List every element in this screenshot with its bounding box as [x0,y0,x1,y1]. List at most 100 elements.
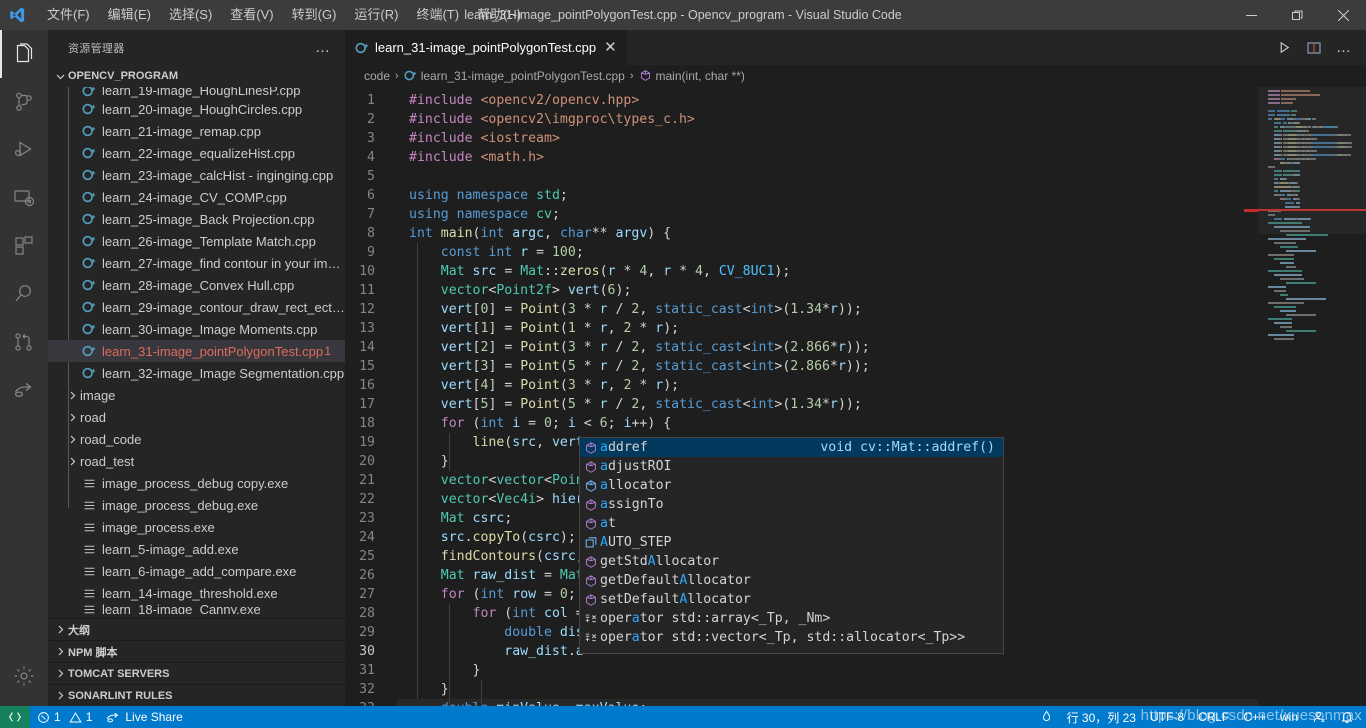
suggest-widget[interactable]: addref void cv::Mat::addref() adjustROI all… [579,437,1004,654]
folder-root-header[interactable]: OPENCV_PROGRAM [48,65,345,87]
editor-scrollbar[interactable] [1244,87,1258,706]
list-item[interactable]: learn_22-image_equalizeHist.cpp [48,142,345,164]
settings-gear-icon[interactable] [0,652,48,700]
list-item[interactable]: learn_14-image_threshold.exe [48,582,345,604]
menu-help[interactable]: 帮助(H) [468,0,530,30]
split-editor-icon[interactable] [1300,34,1328,62]
sidebar-item-learn-31-selected[interactable]: learn_31-image_pointPolygonTest.cpp 1 [48,340,345,362]
menu-bar[interactable]: 文件(F) 编辑(E) 选择(S) 查看(V) 转到(G) 运行(R) 终端(T… [34,0,530,30]
list-item[interactable]: learn_32-image_Image Segmentation.cpp [48,362,345,384]
status-sonarlint[interactable] [1033,706,1060,728]
tab-learn-31-pointpolygontest[interactable]: learn_31-image_pointPolygonTest.cpp ✕ [345,30,628,65]
close-icon[interactable]: ✕ [604,40,617,55]
code-line[interactable]: 16 vert[4] = Point(3 * r, 2 * r); [345,376,1258,395]
suggest-item[interactable]: operator std::vector<_Tp, std::allocator… [580,628,1003,647]
sidebar-folder-road[interactable]: road [48,406,345,428]
menu-view[interactable]: 查看(V) [221,0,282,30]
code-scroll-region[interactable]: 1 #include <opencv2/opencv.hpp> 2 #include … [345,87,1258,706]
menu-terminal[interactable]: 终端(T) [407,0,468,30]
list-item[interactable]: learn_26-image_Template Match.cpp [48,230,345,252]
code-line[interactable]: 13 vert[1] = Point(1 * r, 2 * r); [345,319,1258,338]
menu-run[interactable]: 运行(R) [345,0,407,30]
editor-tabs[interactable]: learn_31-image_pointPolygonTest.cpp ✕ … [345,30,1366,65]
code-line[interactable]: 1 #include <opencv2/opencv.hpp> [345,91,1258,110]
source-control-icon[interactable] [0,78,48,126]
list-item[interactable]: image_process_debug copy.exe [48,472,345,494]
maximize-button[interactable] [1274,0,1320,30]
suggest-item[interactable]: assignTo [580,495,1003,514]
suggest-item[interactable]: addref void cv::Mat::addref() [580,438,1003,457]
suggest-item[interactable]: adjustROI [580,457,1003,476]
menu-file[interactable]: 文件(F) [38,0,99,30]
minimap-slider[interactable] [1258,87,1366,234]
explorer-more-icon[interactable]: … [315,39,337,56]
status-cursor-position[interactable]: 行 30，列 23 [1060,706,1143,728]
breadcrumb-item-symbol[interactable]: main(int, char **) [639,69,745,83]
list-item[interactable]: learn_5-image_add.exe [48,538,345,560]
list-item[interactable]: learn_19-image_HoughLinesP.cpp [48,87,345,98]
section-npm-scripts[interactable]: NPM 脚本 [48,640,345,662]
code-line[interactable]: 9 const int r = 100; [345,243,1258,262]
suggest-item[interactable]: allocator [580,476,1003,495]
list-item[interactable]: learn_18-image_Canny.exe [48,604,345,614]
search-icon[interactable] [0,270,48,318]
minimize-button[interactable] [1228,0,1274,30]
breadcrumb[interactable]: code › learn_31-image_pointPolygonTest.c… [345,65,1366,87]
breadcrumb-item-file[interactable]: learn_31-image_pointPolygonTest.cpp [404,69,625,83]
list-item[interactable]: learn_21-image_remap.cpp [48,120,345,142]
live-share-icon[interactable] [0,366,48,414]
breadcrumb-item-code[interactable]: code [364,69,390,83]
list-item[interactable]: learn_6-image_add_compare.exe [48,560,345,582]
code-editor[interactable]: 1 #include <opencv2/opencv.hpp> 2 #include … [345,87,1366,706]
status-bar[interactable]: 1 1 Live Share 行 30，列 23 UTF-8 CRLF C++ … [0,706,1366,728]
more-actions-icon[interactable]: … [1330,34,1358,62]
sidebar-folder-road-code[interactable]: road_code [48,428,345,450]
list-item[interactable]: learn_24-image_CV_COMP.cpp [48,186,345,208]
pull-request-icon[interactable] [0,318,48,366]
suggest-item[interactable]: setDefaultAllocator [580,590,1003,609]
section-outline[interactable]: 大纲 [48,618,345,640]
close-button[interactable] [1320,0,1366,30]
code-line[interactable]: 12 vert[0] = Point(3 * r / 2, static_cas… [345,300,1258,319]
code-line[interactable]: 15 vert[3] = Point(5 * r / 2, static_cas… [345,357,1258,376]
code-line[interactable]: 6 using namespace std; [345,186,1258,205]
menu-edit[interactable]: 编辑(E) [99,0,160,30]
suggest-item[interactable]: getDefaultAllocator [580,571,1003,590]
code-line[interactable]: 14 vert[2] = Point(3 * r / 2, static_cas… [345,338,1258,357]
code-line[interactable]: 10 Mat src = Mat::zeros(r * 4, r * 4, CV… [345,262,1258,281]
sidebar-folder-road-test[interactable]: road_test [48,450,345,472]
extensions-icon[interactable] [0,222,48,270]
list-item[interactable]: learn_27-image_find contour in your imag… [48,252,345,274]
code-line[interactable]: 31 } [345,661,1258,680]
list-item[interactable]: image_process.exe [48,516,345,538]
editor-actions[interactable]: … [1270,30,1366,65]
run-and-debug-icon[interactable] [0,126,48,174]
window-controls[interactable] [1228,0,1366,30]
code-line[interactable]: 7 using namespace cv; [345,205,1258,224]
remote-indicator-icon[interactable] [0,706,30,728]
list-item[interactable]: learn_30-image_Image Moments.cpp [48,318,345,340]
activity-bar[interactable] [0,30,48,706]
list-item[interactable]: learn_23-image_calcHist - inginging.cpp [48,164,345,186]
code-line[interactable]: 3 #include <iostream> [345,129,1258,148]
code-line[interactable]: 18 for (int i = 0; i < 6; i++) { [345,414,1258,433]
run-code-icon[interactable] [1270,34,1298,62]
code-line[interactable]: 17 vert[5] = Point(5 * r / 2, static_cas… [345,395,1258,414]
code-line[interactable]: 8 int main(int argc, char** argv) { [345,224,1258,243]
explorer-icon[interactable] [0,30,48,78]
sidebar-folder-image[interactable]: image [48,384,345,406]
list-item[interactable]: learn_29-image_contour_draw_rect_ect.cpp [48,296,345,318]
remote-explorer-icon[interactable] [0,174,48,222]
suggest-item[interactable]: AUTO_STEP [580,533,1003,552]
file-tree[interactable]: learn_19-image_HoughLinesP.cpp learn_20-… [48,87,345,618]
section-tomcat-servers[interactable]: TOMCAT SERVERS [48,662,345,684]
suggest-item[interactable]: getStdAllocator [580,552,1003,571]
list-item[interactable]: image_process_debug.exe [48,494,345,516]
menu-go[interactable]: 转到(G) [283,0,346,30]
list-item[interactable]: learn_28-image_Convex Hull.cpp [48,274,345,296]
list-item[interactable]: learn_20-image_HoughCircles.cpp [48,98,345,120]
code-line[interactable]: 5 [345,167,1258,186]
section-sonarlint-rules[interactable]: SONARLINT RULES [48,684,345,706]
suggest-item[interactable]: at [580,514,1003,533]
code-line[interactable]: 2 #include <opencv2\imgproc\types_c.h> [345,110,1258,129]
